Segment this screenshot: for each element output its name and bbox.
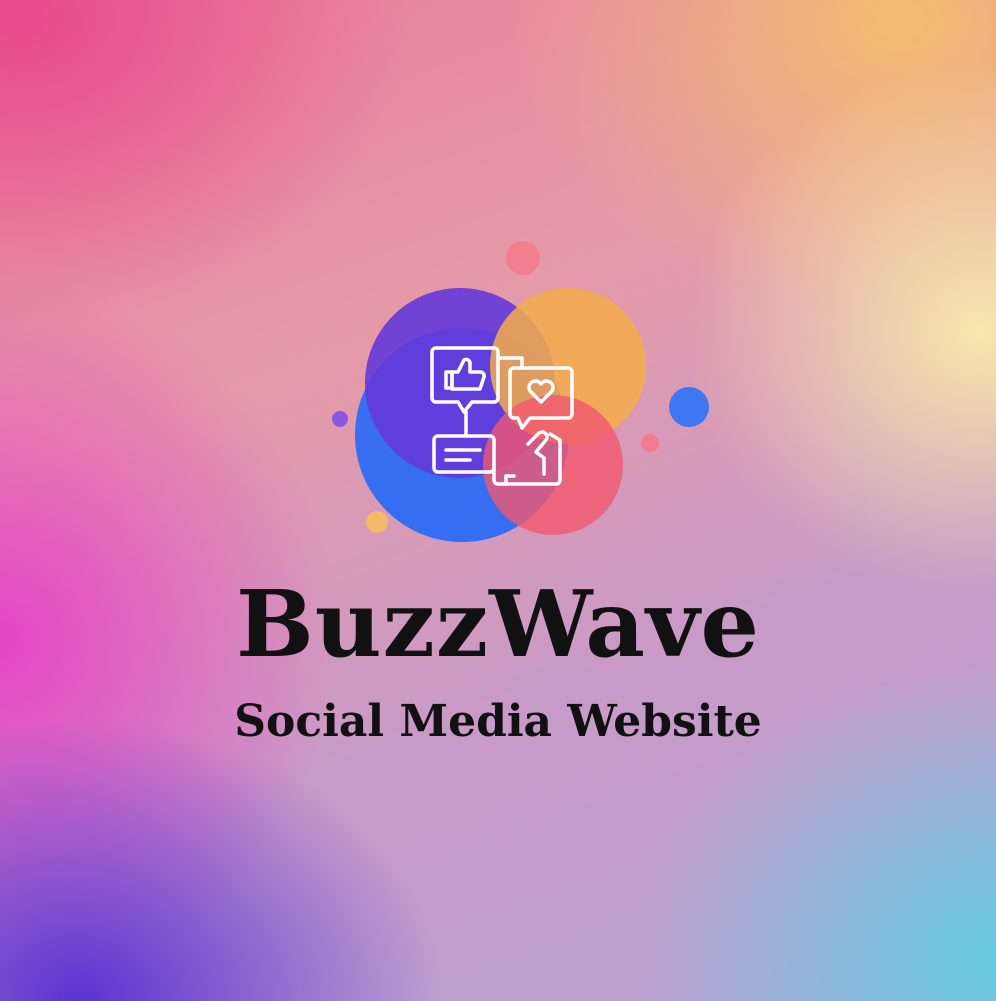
- coral-circle: [483, 395, 623, 535]
- brand-tagline: Social Media Website: [234, 696, 762, 747]
- blue-dot: [669, 387, 709, 427]
- yellow-dot: [366, 511, 388, 533]
- small-pink-dot: [641, 434, 659, 452]
- buzzwave-logo: [332, 241, 709, 542]
- pink-dot: [506, 241, 540, 275]
- brand-title: BuzzWave: [235, 570, 761, 678]
- purple-dot: [332, 411, 348, 427]
